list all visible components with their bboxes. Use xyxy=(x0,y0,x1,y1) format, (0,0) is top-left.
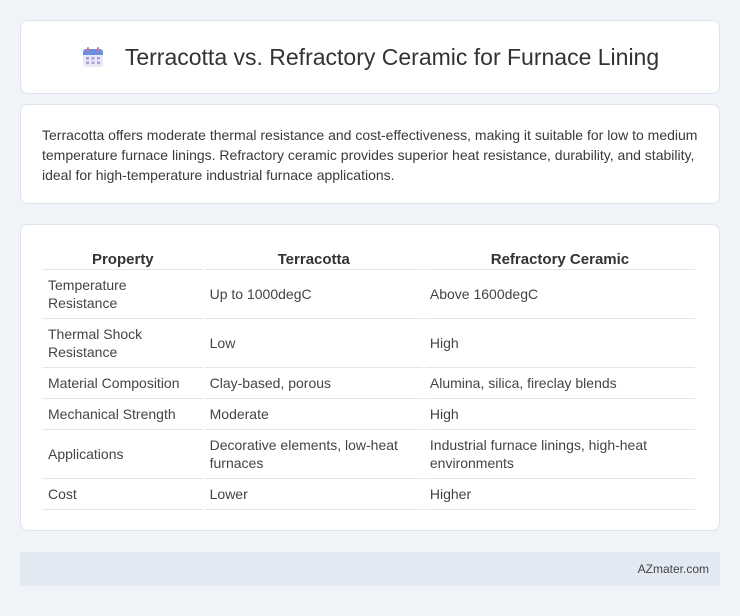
table-cell: Moderate xyxy=(204,399,423,430)
description-text: Terracotta offers moderate thermal resis… xyxy=(42,127,698,183)
table-row: Temperature Resistance Up to 1000degC Ab… xyxy=(43,270,695,319)
calendar-icon xyxy=(82,47,103,67)
description-card: Terracotta offers moderate thermal resis… xyxy=(20,104,720,204)
table-cell: Industrial furnace linings, high-heat en… xyxy=(424,430,695,479)
table-cell: Up to 1000degC xyxy=(204,270,423,319)
table-row: Cost Lower Higher xyxy=(43,479,695,510)
column-header: Terracotta xyxy=(204,245,423,270)
table-cell: Alumina, silica, fireclay blends xyxy=(424,368,695,399)
page-title: Terracotta vs. Refractory Ceramic for Fu… xyxy=(124,43,660,70)
table-cell: Above 1600degC xyxy=(424,270,695,319)
table-row: Thermal Shock Resistance Low High xyxy=(43,319,695,368)
footer-bar: AZmater.com xyxy=(20,552,720,586)
title-card: Terracotta vs. Refractory Ceramic for Fu… xyxy=(20,20,720,94)
table-cell: Applications xyxy=(43,430,203,479)
table-cell: Higher xyxy=(424,479,695,510)
table-cell: Temperature Resistance xyxy=(43,270,203,319)
table-cell: Cost xyxy=(43,479,203,510)
column-header: Refractory Ceramic xyxy=(424,245,695,270)
comparison-table-card: Property Terracotta Refractory Ceramic T… xyxy=(20,224,720,531)
table-row: Applications Decorative elements, low-he… xyxy=(43,430,695,479)
table-cell: Clay-based, porous xyxy=(204,368,423,399)
table-cell: Decorative elements, low-heat furnaces xyxy=(204,430,423,479)
table-header-row: Property Terracotta Refractory Ceramic xyxy=(43,245,695,270)
table-row: Material Composition Clay-based, porous … xyxy=(43,368,695,399)
table-cell: Low xyxy=(204,319,423,368)
column-header: Property xyxy=(43,245,203,270)
table-cell: Lower xyxy=(204,479,423,510)
table-cell: Thermal Shock Resistance xyxy=(43,319,203,368)
footer-brand[interactable]: AZmater.com xyxy=(638,562,709,576)
table-cell: Mechanical Strength xyxy=(43,399,203,430)
table-row: Mechanical Strength Moderate High xyxy=(43,399,695,430)
table-cell: High xyxy=(424,319,695,368)
comparison-table: Property Terracotta Refractory Ceramic T… xyxy=(41,245,697,510)
table-cell: Material Composition xyxy=(43,368,203,399)
table-cell: High xyxy=(424,399,695,430)
